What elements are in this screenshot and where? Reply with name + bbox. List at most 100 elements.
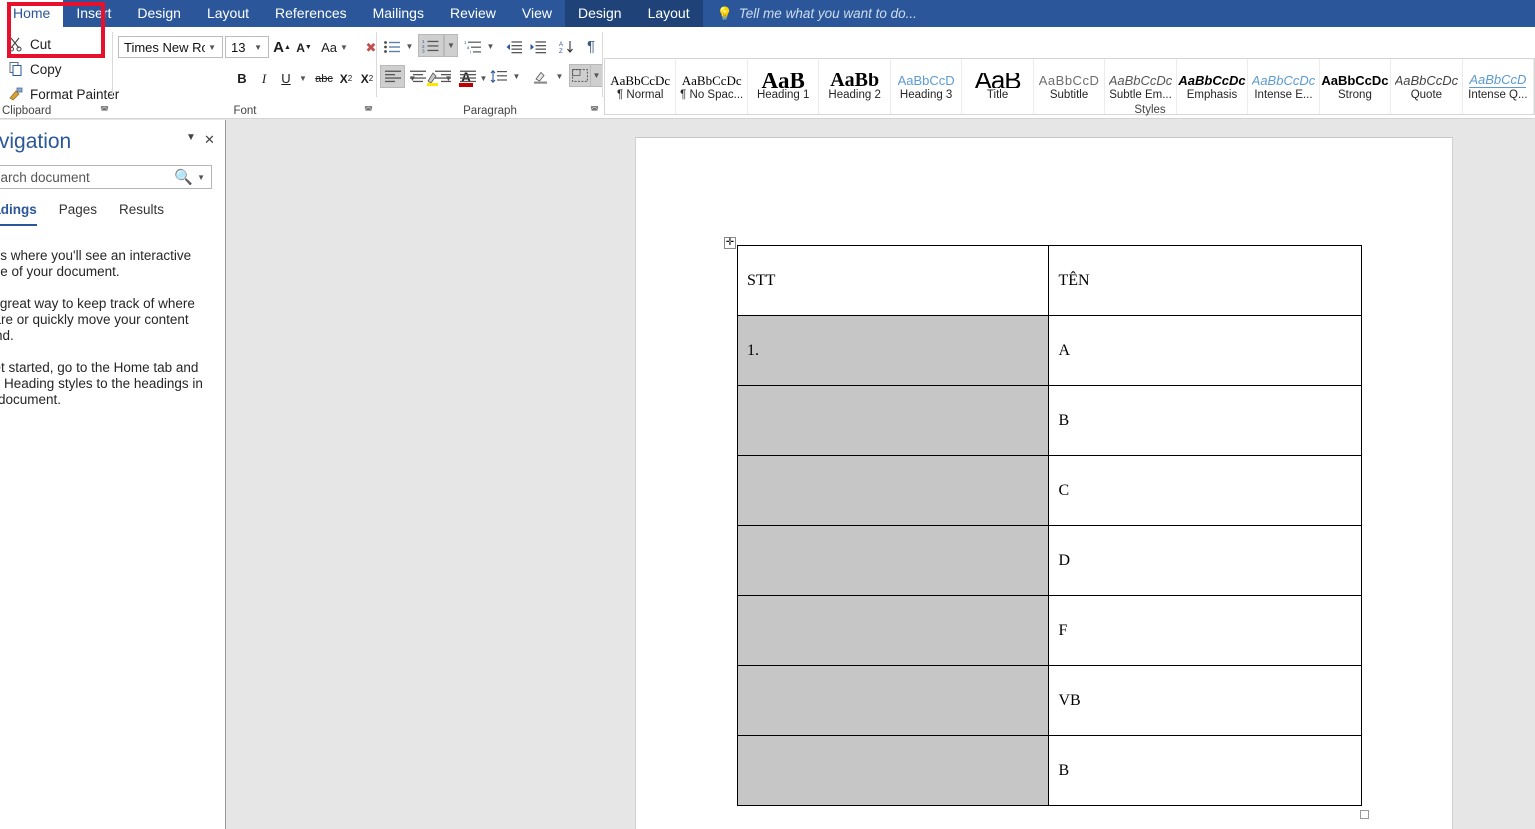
nav-empty-line-3: To get started, go to the Home tab and a… xyxy=(0,360,203,407)
cell-stt[interactable] xyxy=(736,525,1050,596)
cell-ten[interactable]: F xyxy=(1048,595,1362,666)
chevron-down-icon[interactable]: ▼ xyxy=(205,43,219,52)
nav-tab-results[interactable]: Results xyxy=(119,202,164,226)
cell-ten[interactable]: A xyxy=(1048,315,1362,386)
shading-dropdown[interactable]: ▼ xyxy=(553,65,566,88)
tab-design[interactable]: Design xyxy=(124,0,194,27)
nav-tab-pages[interactable]: Pages xyxy=(59,202,97,226)
cell-stt[interactable] xyxy=(736,455,1050,526)
style-item-heading-2[interactable]: AaBb Heading 2 xyxy=(819,59,891,114)
table-header-ten[interactable]: TÊN xyxy=(1048,245,1362,316)
font-dialog-launcher[interactable]: ◚ xyxy=(363,105,374,116)
clipboard-dialog-launcher[interactable]: ◚ xyxy=(99,105,110,116)
align-center-button[interactable] xyxy=(405,65,430,88)
table-move-handle[interactable]: ✛ xyxy=(724,237,736,249)
style-preview: AaBbCcDc xyxy=(1178,72,1246,88)
cell-ten[interactable]: B xyxy=(1048,735,1362,806)
sort-button[interactable]: AZ xyxy=(555,35,579,58)
cell-stt[interactable] xyxy=(736,385,1050,456)
tab-insert[interactable]: Insert xyxy=(63,0,124,27)
lightbulb-icon: 💡 xyxy=(716,5,733,21)
paragraph-dialog-launcher[interactable]: ◚ xyxy=(589,105,600,116)
cell-ten[interactable]: VB xyxy=(1048,665,1362,736)
borders-button[interactable] xyxy=(569,64,591,87)
change-case-button[interactable]: Aa ▼ xyxy=(321,36,351,59)
underline-dropdown[interactable]: ▼ xyxy=(296,67,310,90)
tab-layout[interactable]: Layout xyxy=(194,0,262,27)
tab-references[interactable]: References xyxy=(262,0,360,27)
increase-indent-button[interactable] xyxy=(526,35,550,58)
nav-tab-headings[interactable]: Headings xyxy=(0,202,37,226)
close-icon[interactable]: ✕ xyxy=(204,132,215,148)
line-spacing-dropdown[interactable]: ▼ xyxy=(510,65,523,88)
italic-button[interactable]: I xyxy=(254,67,274,90)
ribbon-group-font: Times New Ro ▼ 13 ▼ A ▲ A ▼ Aa ▼ ✖ B I U ▼… xyxy=(113,27,487,119)
cell-ten[interactable]: C xyxy=(1048,455,1362,526)
tab-mailings[interactable]: Mailings xyxy=(360,0,437,27)
bullets-dropdown[interactable]: ▼ xyxy=(403,35,416,58)
subscript-button[interactable]: X2 xyxy=(335,67,357,90)
superscript-button[interactable]: X2 xyxy=(356,67,378,90)
font-size-input[interactable]: 13 ▼ xyxy=(225,36,269,58)
document-table[interactable]: STT TÊN 1. A B C D F VB B xyxy=(736,245,1362,806)
style-label: Heading 2 xyxy=(828,88,881,101)
decrease-indent-button[interactable] xyxy=(502,35,526,58)
cell-stt[interactable] xyxy=(736,665,1050,736)
cut-button[interactable]: Cut xyxy=(4,34,55,54)
numbering-dropdown[interactable]: ▼ xyxy=(444,34,458,57)
style-label: Subtle Em... xyxy=(1109,88,1172,101)
style-preview: AaBbCcDc xyxy=(1251,72,1316,88)
search-icon[interactable]: 🔍 xyxy=(174,168,195,186)
align-right-button[interactable] xyxy=(430,65,455,88)
chevron-down-icon[interactable]: ▼ xyxy=(186,132,196,143)
bold-button[interactable]: B xyxy=(232,67,252,90)
tell-me-box[interactable]: 💡 Tell me what you want to do... xyxy=(703,0,927,27)
format-painter-button[interactable]: Format Painter xyxy=(4,84,123,104)
multilevel-list-button[interactable]: 1ai xyxy=(461,35,485,58)
table-row: VB xyxy=(736,665,1362,736)
cell-stt[interactable] xyxy=(736,595,1050,666)
ribbon-tab-bar: Home Insert Design Layout References Mai… xyxy=(0,0,1535,27)
line-spacing-button[interactable] xyxy=(487,65,511,88)
shrink-font-button[interactable]: A ▼ xyxy=(293,36,315,59)
strikethrough-button[interactable]: abc xyxy=(312,67,336,90)
cell-ten[interactable]: D xyxy=(1048,525,1362,596)
show-formatting-marks-button[interactable]: ¶ xyxy=(581,35,601,58)
font-name-input[interactable]: Times New Ro ▼ xyxy=(118,36,223,58)
cell-ten[interactable]: B xyxy=(1048,385,1362,456)
justify-button[interactable] xyxy=(455,65,480,88)
numbering-button[interactable]: 123 xyxy=(418,34,444,57)
table-header-stt[interactable]: STT xyxy=(736,245,1050,316)
chevron-down-icon[interactable]: ▼ xyxy=(195,173,211,182)
multilevel-dropdown[interactable]: ▼ xyxy=(484,35,497,58)
grow-font-button[interactable]: A ▲ xyxy=(271,36,293,59)
table-row: D xyxy=(736,525,1362,596)
tab-table-design[interactable]: Design xyxy=(564,0,635,27)
format-painter-label: Format Painter xyxy=(30,86,120,102)
style-item-heading-1[interactable]: AaB Heading 1 xyxy=(748,59,820,114)
tab-review[interactable]: Review xyxy=(437,0,509,27)
document-page[interactable]: ✛ STT TÊN 1. A B C D F VB B xyxy=(635,137,1453,829)
bullets-button[interactable] xyxy=(380,35,404,58)
style-item-no-spacing[interactable]: AaBbCcDc ¶ No Spac... xyxy=(676,59,748,114)
cell-stt[interactable]: 1. xyxy=(736,315,1050,386)
underline-button[interactable]: U xyxy=(276,67,296,90)
document-canvas[interactable]: ✛ STT TÊN 1. A B C D F VB B xyxy=(227,120,1535,829)
search-input[interactable]: Search document 🔍 ▼ xyxy=(0,165,212,189)
style-label: Intense Q... xyxy=(1468,89,1528,101)
style-item-normal[interactable]: AaBbCcDc ¶ Normal xyxy=(605,59,677,114)
copy-button[interactable]: Copy xyxy=(4,59,66,79)
shading-button[interactable] xyxy=(529,65,553,88)
svg-text:i: i xyxy=(470,49,471,53)
chevron-down-icon[interactable]: ▼ xyxy=(251,43,265,52)
style-preview: AaBbCcD xyxy=(1469,72,1527,88)
tab-home[interactable]: Home xyxy=(0,0,64,27)
align-left-button[interactable] xyxy=(380,65,405,88)
style-item-intense-quote[interactable]: AaBbCcD Intense Q... xyxy=(1463,59,1534,114)
tab-view[interactable]: View xyxy=(509,0,565,27)
cell-stt[interactable] xyxy=(736,735,1050,806)
table-resize-handle[interactable] xyxy=(1360,810,1369,819)
style-item-quote[interactable]: AaBbCcDc Quote xyxy=(1391,59,1463,114)
scissors-icon xyxy=(8,36,24,52)
tab-table-layout[interactable]: Layout xyxy=(634,0,703,27)
